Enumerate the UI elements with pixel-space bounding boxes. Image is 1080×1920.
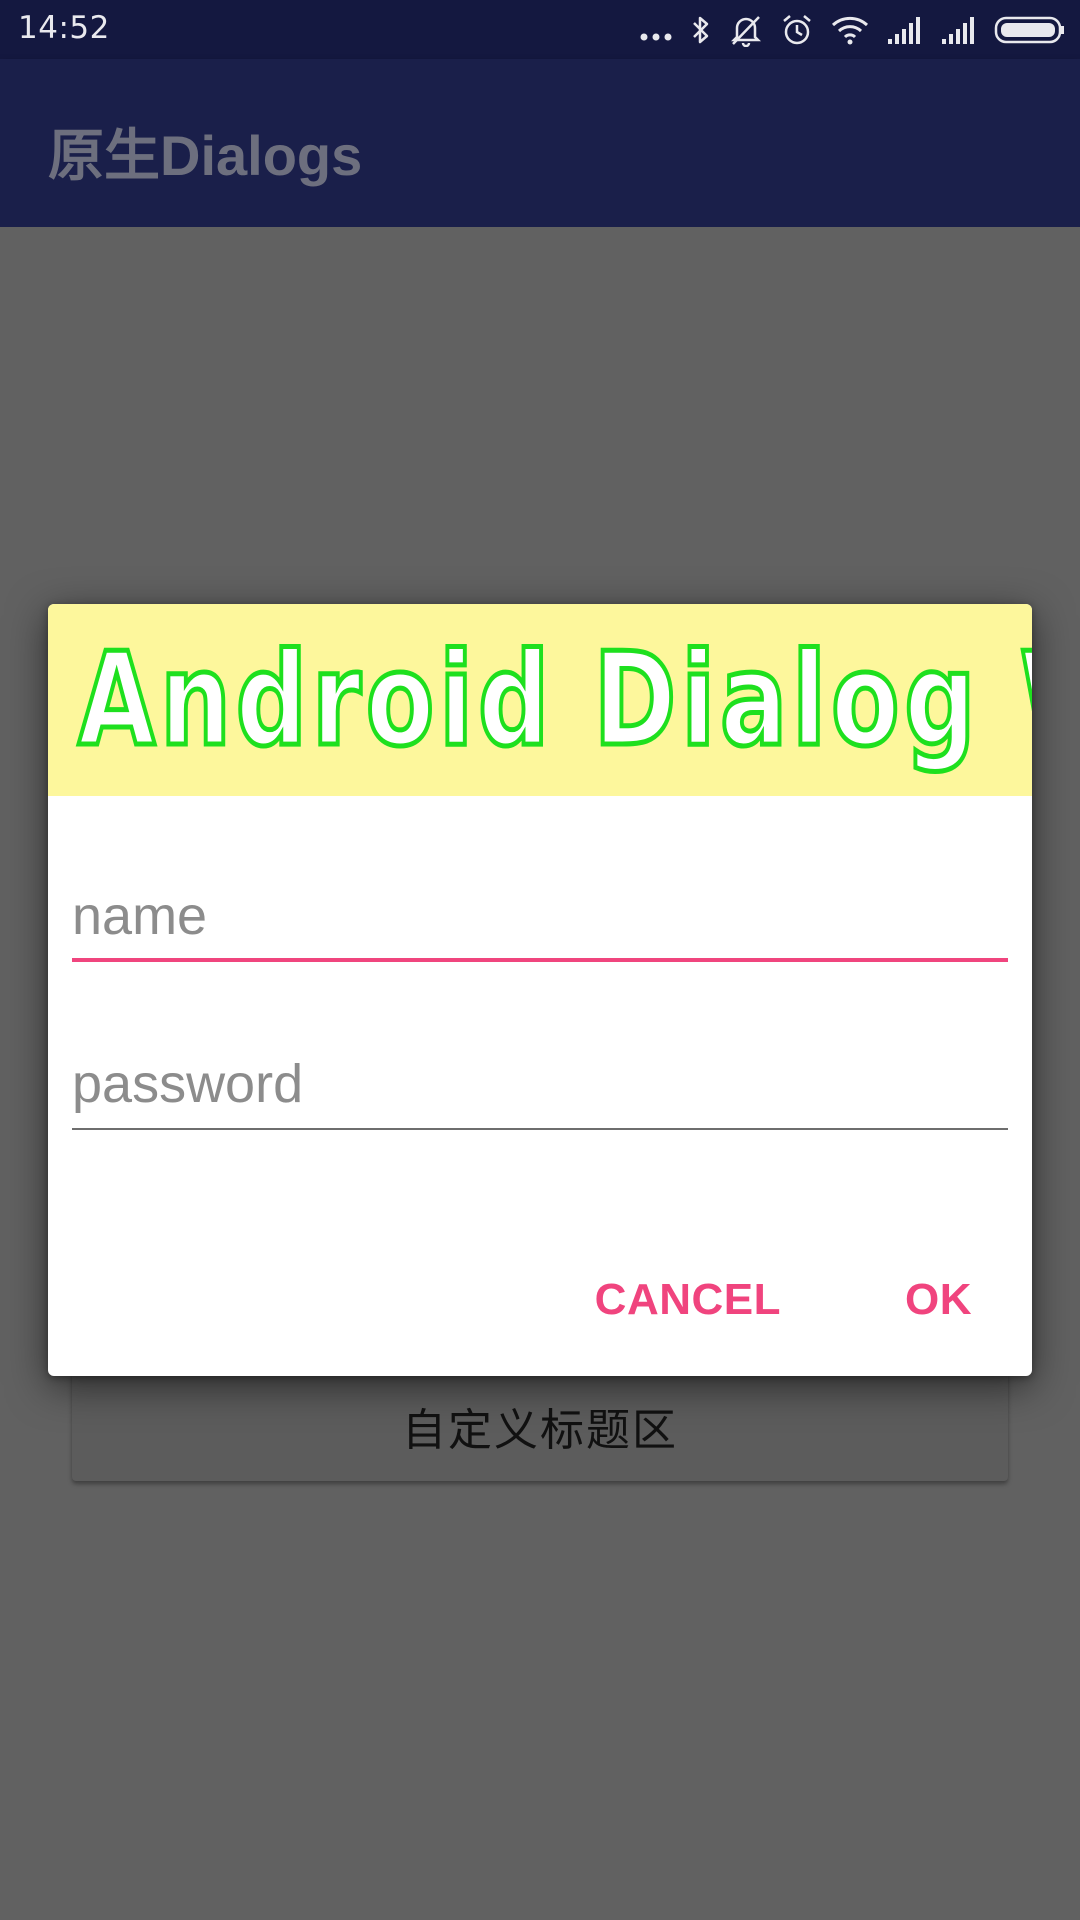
signal-icon [888,17,920,44]
password-field [72,1044,1008,1130]
status-icons [638,10,1066,50]
login-dialog: Android Dialog WSJ CANCEL OK [48,604,1032,1376]
dialog-actions: CANCEL OK [583,1264,984,1336]
name-input[interactable] [72,876,1008,956]
password-input-underline [72,1128,1008,1130]
name-input-underline [72,958,1008,962]
status-time: 14:52 [18,10,110,46]
signal-icon [942,17,974,44]
alarm-icon [783,15,811,45]
battery-icon [994,16,1064,44]
app-bar: 原生Dialogs [0,59,1080,227]
name-field [72,876,1008,962]
bluetooth-icon [693,16,709,44]
dialog-title-banner: Android Dialog WSJ [48,604,1032,796]
silent-bell-icon [730,16,762,47]
password-input[interactable] [72,1044,1008,1124]
status-bar: 14:52 [0,0,1080,59]
cancel-button[interactable]: CANCEL [583,1267,793,1333]
ok-button[interactable]: OK [893,1267,984,1333]
page-title: 原生Dialogs [48,124,363,187]
custom-title-button: 自定义标题区 [72,1371,1008,1481]
wifi-icon [831,16,869,45]
more-dots-icon [640,33,672,41]
banner-title-text: Android Dialog WSJ [76,624,1032,778]
